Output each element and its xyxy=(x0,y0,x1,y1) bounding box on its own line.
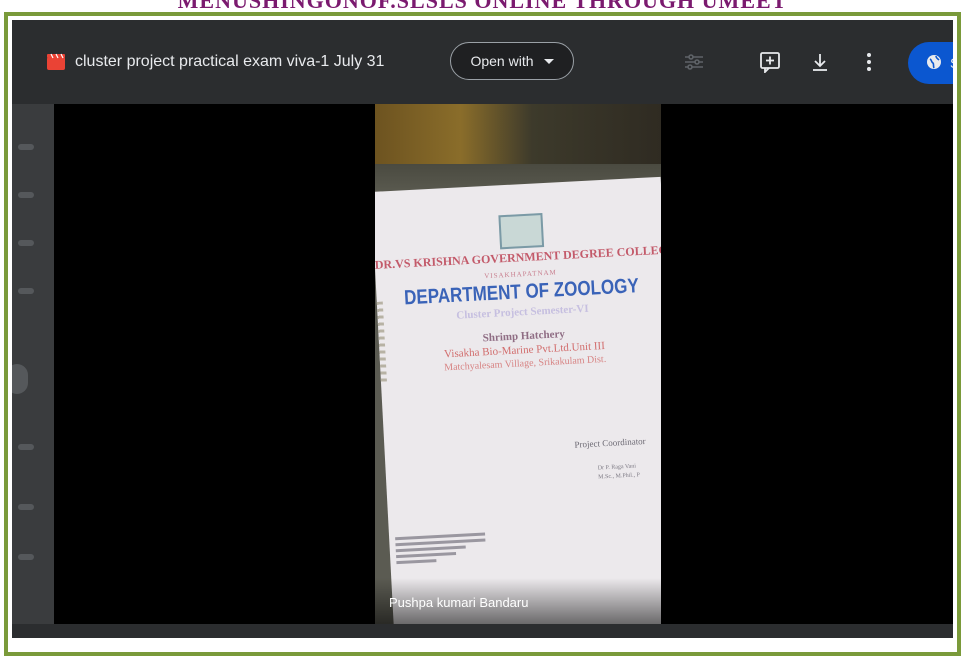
share-label: S xyxy=(950,55,953,71)
drive-video-viewer: cluster project practical exam viva-1 Ju… xyxy=(12,20,953,638)
ghost-item xyxy=(18,288,34,294)
college-logo xyxy=(498,213,545,250)
ghost-item xyxy=(18,144,34,150)
file-title: cluster project practical exam viva-1 Ju… xyxy=(75,53,385,70)
open-with-button[interactable]: Open with xyxy=(450,42,574,80)
video-frame: DR.VS KRISHNA GOVERNMENT DEGREE COLLEGE … xyxy=(375,104,661,624)
ghost-item xyxy=(18,504,34,510)
ghost-item xyxy=(18,444,34,450)
doc-coordinator-details: Dr P. Raga Vani M.Sc., M.Phil., P xyxy=(598,462,641,482)
add-comment-icon[interactable] xyxy=(758,50,782,74)
file-video-icon xyxy=(46,53,66,71)
ghost-item xyxy=(18,192,34,198)
participant-name: Pushpa kumari Bandaru xyxy=(389,595,529,610)
ghost-item xyxy=(18,554,34,560)
document-cover-page: DR.VS KRISHNA GOVERNMENT DEGREE COLLEGE … xyxy=(375,176,661,624)
ghost-item xyxy=(18,240,34,246)
open-with-label: Open with xyxy=(470,53,534,69)
ghost-item xyxy=(12,364,28,394)
background-page xyxy=(12,104,54,638)
video-background-top xyxy=(375,104,661,164)
more-vert-icon[interactable] xyxy=(857,50,881,74)
globe-icon xyxy=(926,54,942,73)
viewer-toolbar: cluster project practical exam viva-1 Ju… xyxy=(12,20,953,104)
page-heading: MENUSHINGONOF.SLSLS ONLINE THROUGH UMEET xyxy=(0,0,965,12)
download-icon[interactable] xyxy=(808,50,832,74)
doc-coordinator-degree: M.Sc., M.Phil., P xyxy=(598,472,641,481)
caret-down-icon xyxy=(543,58,554,64)
bottom-strip xyxy=(12,624,953,638)
doc-coordinator-label: Project Coordinator xyxy=(574,435,646,450)
video-player[interactable]: DR.VS KRISHNA GOVERNMENT DEGREE COLLEGE … xyxy=(54,104,953,624)
tune-icon[interactable] xyxy=(682,50,706,74)
share-button[interactable]: S xyxy=(908,42,953,84)
page-heading-text: MENUSHINGONOF.SLSLS ONLINE THROUGH UMEET xyxy=(0,0,965,12)
doc-student-details xyxy=(395,532,486,568)
